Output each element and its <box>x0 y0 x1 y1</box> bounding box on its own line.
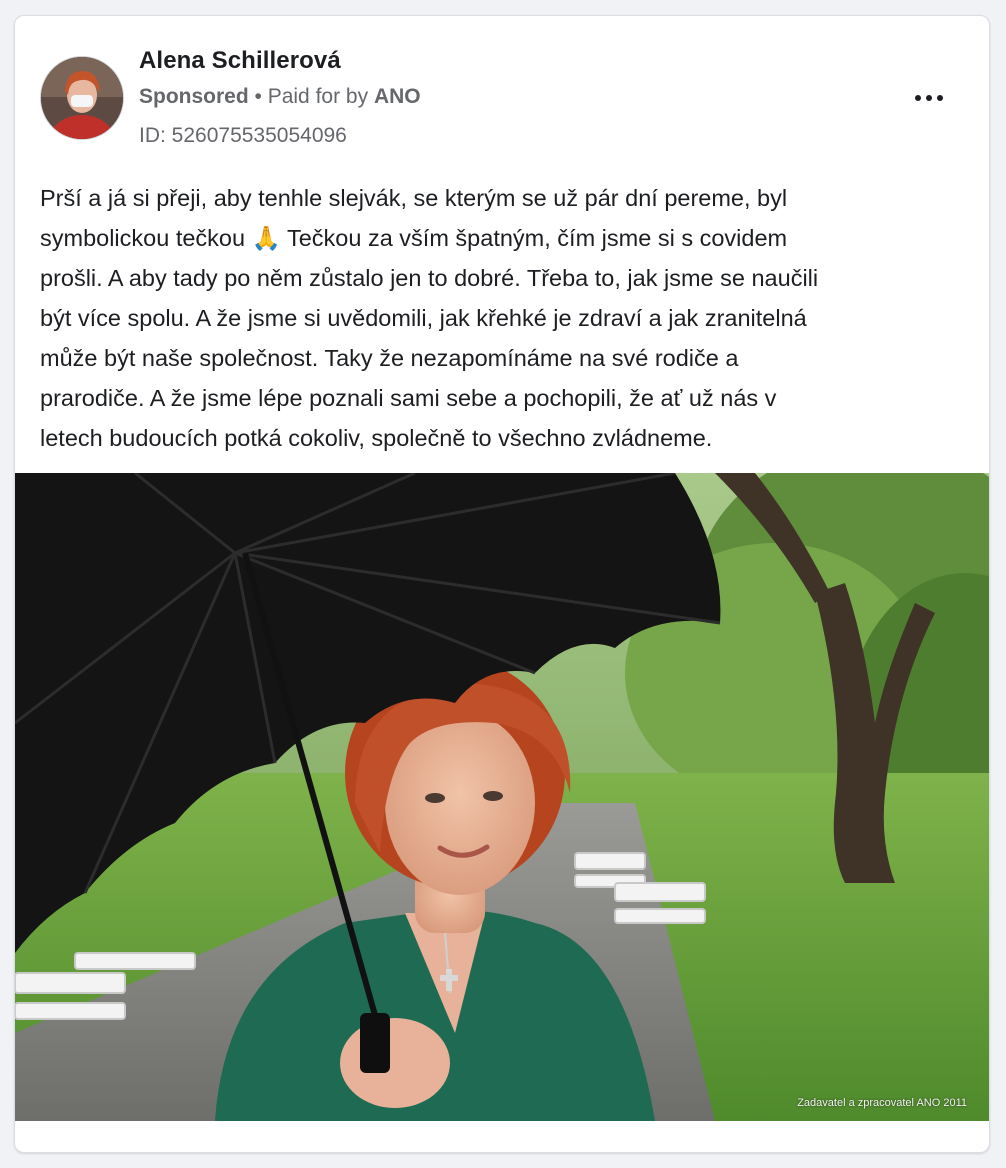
image-credit: Zadavatel a zpracovatel ANO 2011 <box>797 1097 967 1109</box>
post-text-line: prarodiče. A že jsme lépe poznali sami s… <box>40 385 777 411</box>
avatar-image <box>41 57 123 139</box>
ad-meta: Sponsored • Paid for by ANO <box>139 85 421 109</box>
post-text-line: letech budoucích potká cokoliv, společně… <box>40 425 713 451</box>
ad-image[interactable]: Zadavatel a zpracovatel ANO 2011 <box>15 473 989 1121</box>
post-text-line: může být naše společnost. Taky že nezapo… <box>40 345 739 371</box>
page-name[interactable]: Alena Schillerová <box>139 47 341 75</box>
ad-id: ID: 526075535054096 <box>139 124 347 147</box>
payer-name[interactable]: ANO <box>374 85 421 108</box>
more-dot <box>926 95 932 101</box>
paid-for-prefix: • Paid for by <box>248 85 374 108</box>
post-text: Prší a já si přeji, aby tenhle slejvák, … <box>40 178 970 458</box>
sponsored-label: Sponsored <box>139 85 249 108</box>
post-text-line: symbolickou tečkou 🙏 Tečkou za vším špat… <box>40 225 788 251</box>
ad-card: Alena Schillerová Sponsored • Paid for b… <box>14 15 990 1153</box>
more-options-button[interactable] <box>909 82 949 114</box>
more-dot <box>937 95 943 101</box>
more-horizontal-icon <box>915 95 921 101</box>
page-avatar[interactable] <box>40 56 124 140</box>
post-text-line: Prší a já si přeji, aby tenhle slejvák, … <box>40 185 788 211</box>
ad-photo-illustration <box>15 473 989 1121</box>
post-text-line: být více spolu. A že jsme si uvědomili, … <box>40 305 807 331</box>
post-text-line: prošli. A aby tady po něm zůstalo jen to… <box>40 265 819 291</box>
ad-header: Alena Schillerová Sponsored • Paid for b… <box>15 16 989 156</box>
